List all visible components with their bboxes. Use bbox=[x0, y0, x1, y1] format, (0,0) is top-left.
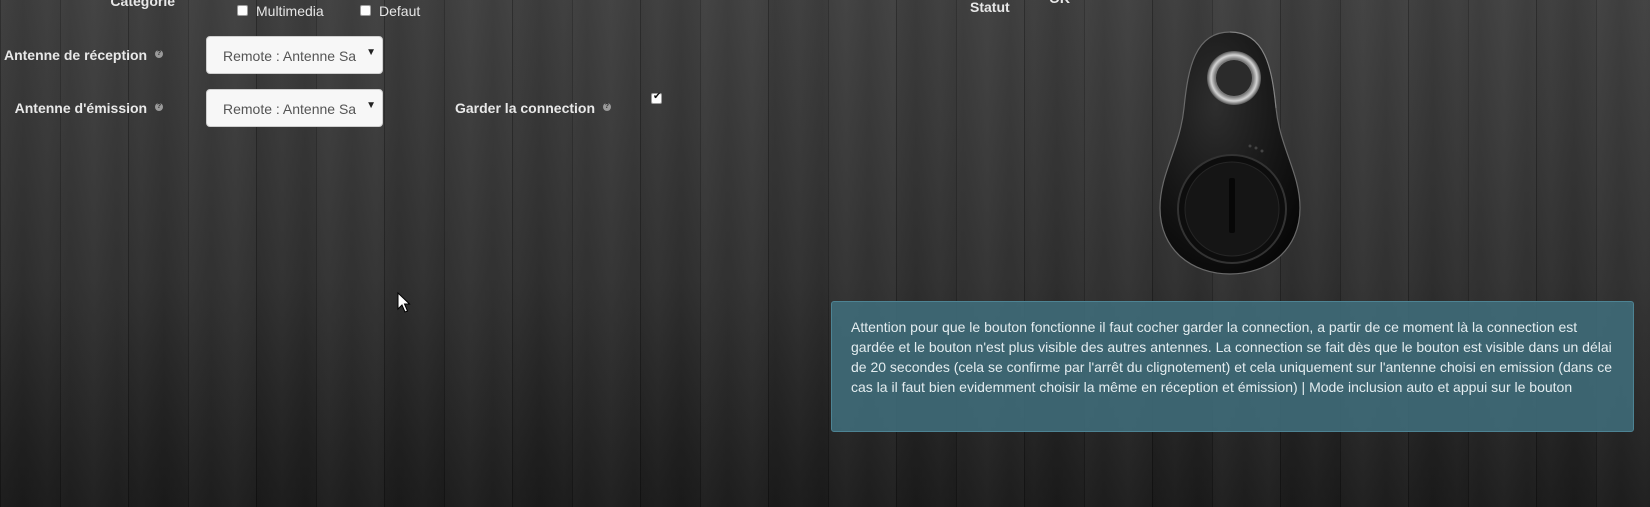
categorie-label: Catégorie bbox=[110, 0, 175, 9]
help-icon: ? bbox=[602, 103, 611, 111]
antenne-emission-select[interactable]: Remote : Antenne Sa ▼ bbox=[206, 89, 383, 127]
info-alert: Attention pour que le bouton fonctionne … bbox=[831, 301, 1634, 432]
statut-value: OK bbox=[1049, 0, 1070, 6]
statut-label: Statut bbox=[970, 0, 1010, 15]
help-icon: ? bbox=[155, 103, 163, 111]
caret-down-icon: ▼ bbox=[366, 47, 376, 58]
antenne-reception-label: Antenne de réception ? bbox=[4, 47, 163, 63]
antenne-reception-select[interactable]: Remote : Antenne Sa ▼ bbox=[206, 36, 383, 74]
info-alert-text: Attention pour que le bouton fonctionne … bbox=[851, 319, 1612, 395]
help-icon: ? bbox=[155, 50, 163, 58]
caret-down-icon: ▼ bbox=[366, 100, 376, 111]
antenne-emission-label-text: Antenne d'émission bbox=[14, 100, 148, 116]
antenne-reception-label-text: Antenne de réception bbox=[3, 47, 148, 63]
defaut-checkbox[interactable] bbox=[360, 5, 371, 16]
device-image bbox=[1150, 28, 1310, 283]
garder-connection-label: Garder la connection ? bbox=[455, 100, 611, 116]
antenne-emission-label: Antenne d'émission ? bbox=[15, 100, 163, 116]
antenne-reception-value: Remote : Antenne Sa bbox=[223, 48, 357, 64]
multimedia-label: Multimedia bbox=[256, 3, 324, 19]
garder-connection-label-text: Garder la connection bbox=[455, 100, 596, 116]
antenne-emission-value: Remote : Antenne Sa bbox=[223, 101, 357, 117]
defaut-label: Defaut bbox=[379, 3, 421, 19]
garder-connection-checkbox[interactable] bbox=[651, 91, 662, 104]
mouse-cursor-icon bbox=[397, 291, 411, 319]
bluetooth-tracker-tag-image bbox=[1159, 31, 1301, 275]
multimedia-checkbox[interactable] bbox=[237, 5, 248, 16]
